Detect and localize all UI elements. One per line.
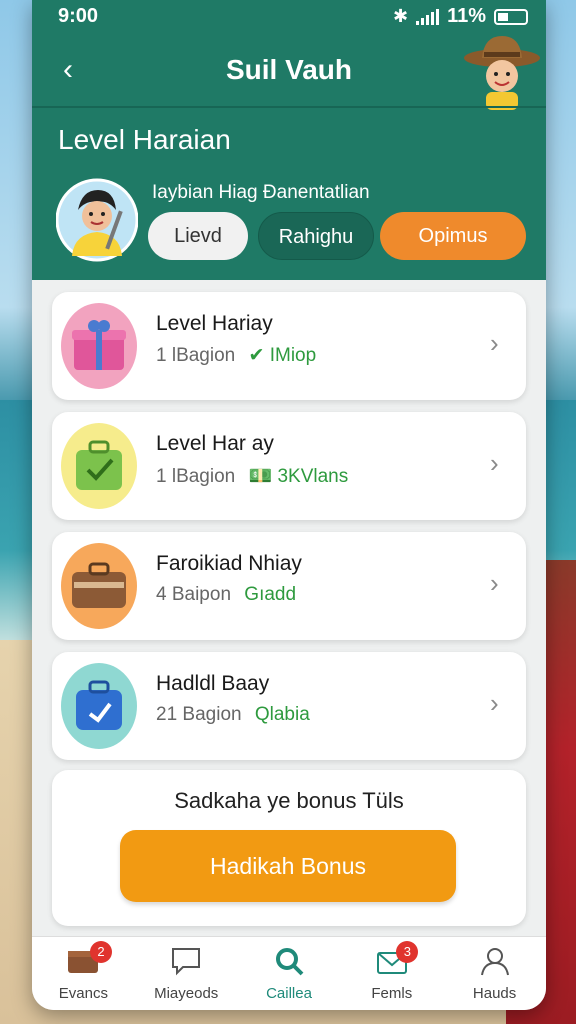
battery-icon bbox=[494, 8, 528, 25]
card-title: Hadldl Baay bbox=[156, 672, 270, 695]
suitcase-icon bbox=[61, 543, 137, 629]
luggage-check-icon bbox=[61, 423, 137, 509]
level-subtitle: Iaybian Hiag Đanentatlian bbox=[152, 182, 370, 203]
card-meta: 4 Baipon Gıadd bbox=[156, 584, 296, 606]
card-title: Faroikiad Nhiay bbox=[156, 552, 302, 575]
filter-pill-1[interactable]: Lievd bbox=[148, 212, 248, 260]
status-indicators: ✱ 11% bbox=[393, 5, 528, 28]
tab-label: Evancs bbox=[58, 985, 108, 1002]
tab-evancs[interactable]: 2 Evancs bbox=[32, 937, 135, 1010]
card-tag: ✔ IMiop bbox=[249, 345, 317, 366]
card-meta: 21 Bagion Qlabia bbox=[156, 704, 310, 726]
status-time: 9:00 bbox=[58, 5, 99, 27]
tab-label: Caillea bbox=[266, 985, 312, 1002]
list-item[interactable]: Level Hariay 1 lBagion ✔ IMiop › bbox=[52, 292, 526, 400]
bonus-button[interactable]: Hadikah Bonus bbox=[120, 830, 456, 902]
list-item[interactable]: Level Har ay 1 lBagion 💵 3KVlans › bbox=[52, 412, 526, 520]
phone-screen: 9:00 ✱ 11% ‹ Suil Vauh Level Haraian Iay… bbox=[32, 0, 546, 1010]
tab-caillea[interactable]: Caillea bbox=[238, 937, 341, 1010]
chevron-right-icon: › bbox=[490, 688, 499, 718]
chevron-right-icon: › bbox=[490, 448, 499, 478]
card-tag-label: Gıadd bbox=[244, 584, 297, 605]
card-tag-label: 3KVlans bbox=[277, 466, 349, 487]
tab-miayeods[interactable]: Miayeods bbox=[135, 937, 238, 1010]
tab-label: Miayeods bbox=[154, 985, 219, 1002]
tab-hauds[interactable]: Hauds bbox=[443, 937, 546, 1010]
content-area: Level Hariay 1 lBagion ✔ IMiop › Level H… bbox=[32, 280, 546, 936]
blue-bag-icon bbox=[61, 663, 137, 749]
player-avatar-icon[interactable] bbox=[56, 176, 138, 264]
filter-pill-3[interactable]: Opimus bbox=[380, 212, 526, 260]
card-meta: 1 lBagion 💵 3KVlans bbox=[156, 464, 348, 488]
card-count: 1 lBagion bbox=[156, 466, 236, 487]
gift-box-icon bbox=[61, 303, 137, 389]
tab-label: Hauds bbox=[472, 985, 517, 1002]
card-title: Level Har ay bbox=[156, 432, 274, 455]
chevron-right-icon: › bbox=[490, 328, 499, 358]
bottom-tab-bar: 2 Evancs Miayeods Caillea 3 Femls Hauds bbox=[32, 936, 546, 1010]
chevron-right-icon: › bbox=[490, 568, 499, 598]
list-item[interactable]: Faroikiad Nhiay 4 Baipon Gıadd › bbox=[52, 532, 526, 640]
card-tag-label: IMiop bbox=[269, 345, 317, 366]
list-item[interactable]: Hadldl Baay 21 Bagion Qlabia › bbox=[52, 652, 526, 760]
check-circle-icon: ✔ bbox=[248, 345, 265, 366]
status-bar: 9:00 ✱ 11% bbox=[32, 0, 546, 32]
notification-badge: 3 bbox=[396, 941, 419, 963]
bonus-card: Sadkaha ye bonus Tüls Hadikah Bonus bbox=[52, 770, 526, 926]
bluetooth-icon: ✱ bbox=[392, 6, 409, 26]
level-title: Level Haraian bbox=[58, 124, 231, 155]
card-count: 1 lBagion bbox=[156, 345, 236, 366]
app-header: 9:00 ✱ 11% ‹ Suil Vauh Level Haraian Iay… bbox=[32, 0, 546, 280]
notification-badge: 2 bbox=[90, 941, 112, 963]
money-icon: 💵 bbox=[248, 466, 273, 487]
card-title: Level Hariay bbox=[156, 312, 273, 335]
card-tag-label: Qlabia bbox=[254, 704, 310, 725]
filter-pill-2[interactable]: Rahighu bbox=[258, 212, 374, 260]
signal-icon bbox=[416, 8, 440, 25]
cowboy-avatar-icon[interactable] bbox=[462, 30, 542, 110]
card-count: 21 Bagion bbox=[156, 704, 242, 725]
tab-femls[interactable]: 3 Femls bbox=[340, 937, 443, 1010]
search-icon bbox=[275, 948, 304, 976]
battery-percent: 11% bbox=[447, 5, 486, 27]
profile-icon bbox=[480, 948, 509, 976]
card-meta: 1 lBagion ✔ IMiop bbox=[156, 344, 316, 367]
tab-label: Femls bbox=[371, 985, 413, 1002]
card-tag: 💵 3KVlans bbox=[249, 466, 349, 487]
bonus-text: Sadkaha ye bonus Tüls bbox=[174, 788, 404, 813]
header-divider bbox=[32, 106, 546, 108]
card-count: 4 Baipon bbox=[156, 584, 232, 605]
chat-icon bbox=[172, 948, 201, 976]
